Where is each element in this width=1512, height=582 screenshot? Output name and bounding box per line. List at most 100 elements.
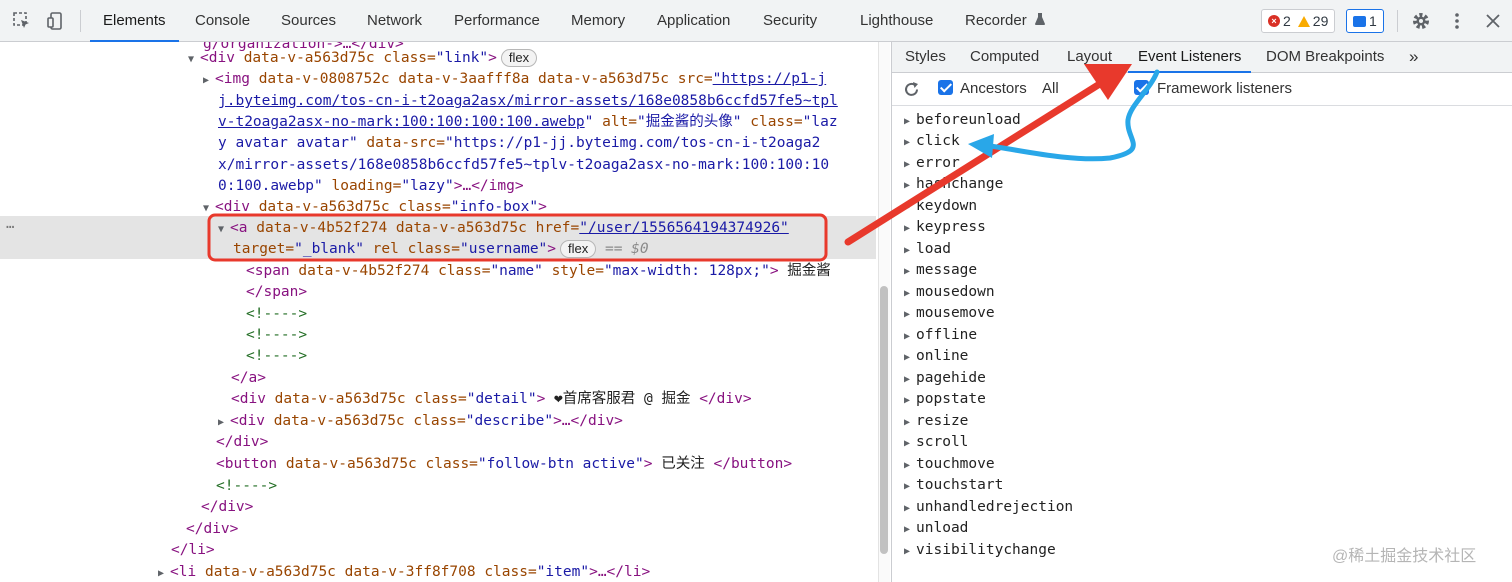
expand-triangle-icon[interactable]: ▶ (904, 331, 910, 342)
tab-event-listeners[interactable]: Event Listeners (1128, 42, 1252, 73)
tree-line-button[interactable]: <button data-v-a563d75c class="follow-bt… (216, 454, 792, 475)
expand-triangle-icon[interactable]: ▶ (904, 202, 910, 213)
tab-application[interactable]: Application (657, 0, 730, 42)
more-options-icon[interactable] (1447, 11, 1467, 31)
tree-line-comment[interactable]: <!----> (246, 346, 307, 367)
tree-line-div-link[interactable]: ▼ <div data-v-a563d75c class="link"> flex (188, 48, 538, 69)
tree-line-div-close[interactable]: </div> (216, 432, 268, 453)
event-item-load[interactable]: ▶ load (904, 239, 951, 260)
expand-triangle-icon[interactable]: ▶ (904, 460, 910, 471)
tab-network[interactable]: Network (367, 0, 422, 42)
tree-line-a-close[interactable]: </a> (231, 368, 266, 389)
event-item-unhandledrejection[interactable]: ▶ unhandledrejection (904, 497, 1073, 518)
expand-triangle-icon[interactable]: ▶ (904, 546, 910, 557)
event-item-pagehide[interactable]: ▶ pagehide (904, 368, 986, 389)
tab-recorder[interactable]: Recorder (965, 0, 1046, 42)
elements-scrollbar-thumb[interactable] (880, 286, 888, 554)
event-item-keypress[interactable]: ▶ keypress (904, 217, 986, 238)
expand-triangle-icon[interactable]: ▶ (904, 159, 910, 170)
tree-line-info-box[interactable]: ▼ <div data-v-a563d75c class="info-box"> (203, 197, 547, 218)
tree-line-a-cont[interactable]: target="_blank" rel class="username"> fle… (233, 239, 649, 260)
tab-console[interactable]: Console (195, 0, 250, 42)
event-item-visibilitychange[interactable]: ▶ visibilitychange (904, 540, 1056, 561)
tab-memory[interactable]: Memory (571, 0, 625, 42)
collapse-triangle-icon[interactable]: ▼ (188, 54, 200, 65)
expand-triangle-icon[interactable]: ▶ (904, 524, 910, 535)
tree-line-detail[interactable]: <div data-v-a563d75c class="detail"> ❤首席… (231, 389, 752, 410)
tab-layout[interactable]: Layout (1067, 42, 1112, 73)
tree-line-span-close[interactable]: </span> (246, 282, 307, 303)
event-item-scroll[interactable]: ▶ scroll (904, 432, 968, 453)
expand-triangle-icon[interactable]: ▶ (218, 417, 230, 428)
tree-line-comment[interactable]: <!----> (216, 476, 277, 497)
node-actions-ellipsis[interactable]: … (6, 216, 14, 232)
expand-triangle-icon[interactable]: ▶ (904, 288, 910, 299)
tab-security[interactable]: Security (763, 0, 817, 42)
expand-triangle-icon[interactable]: ▶ (904, 481, 910, 492)
close-icon[interactable] (1483, 11, 1503, 31)
expand-triangle-icon[interactable]: ▶ (904, 116, 910, 127)
src-link[interactable]: v-t2oaga2asx-no-mark:100:100:100:100.awe… (218, 114, 585, 130)
event-item-mousedown[interactable]: ▶ mousedown (904, 282, 995, 303)
expand-triangle-icon[interactable]: ▶ (904, 438, 910, 449)
event-item-offline[interactable]: ▶ offline (904, 325, 977, 346)
href-link[interactable]: "/user/1556564194374926" (579, 220, 789, 236)
expand-triangle-icon[interactable]: ▶ (904, 417, 910, 428)
event-item-message[interactable]: ▶ message (904, 260, 977, 281)
collapse-triangle-icon[interactable]: ▼ (218, 224, 230, 235)
device-toolbar-icon[interactable] (46, 11, 66, 31)
tree-line-span[interactable]: <span data-v-4b52f274 class="name" style… (246, 261, 831, 282)
expand-triangle-icon[interactable]: ▶ (904, 374, 910, 385)
tab-lighthouse[interactable]: Lighthouse (860, 0, 933, 42)
expand-triangle-icon[interactable]: ▶ (203, 75, 215, 86)
event-item-hashchange[interactable]: ▶ hashchange (904, 174, 1003, 195)
framework-listeners-checkbox[interactable] (1134, 80, 1149, 95)
tree-line-li-close[interactable]: </li> (171, 540, 215, 561)
event-item-error[interactable]: ▶ error (904, 153, 960, 174)
tree-line-img[interactable]: ▶ <img data-v-0808752c data-v-3aafff8a d… (203, 69, 826, 90)
issues-counter[interactable]: × 2 29 (1261, 9, 1336, 33)
tree-line-comment[interactable]: <!----> (246, 304, 307, 325)
gear-icon[interactable] (1411, 11, 1431, 31)
tree-line-comment[interactable]: <!----> (246, 325, 307, 346)
event-item-mousemove[interactable]: ▶ mousemove (904, 303, 995, 324)
all-dropdown[interactable]: All (1042, 80, 1059, 97)
collapse-triangle-icon[interactable]: ▼ (203, 203, 215, 214)
tree-line-describe[interactable]: ▶ <div data-v-a563d75c class="describe">… (218, 411, 623, 432)
tree-line-div-close[interactable]: </div> (186, 519, 238, 540)
expand-triangle-icon[interactable]: ▶ (904, 352, 910, 363)
expand-triangle-icon[interactable]: ▶ (158, 568, 170, 579)
expand-triangle-icon[interactable]: ▶ (904, 266, 910, 277)
src-link[interactable]: "https://p1-j (713, 71, 827, 87)
tab-performance[interactable]: Performance (454, 0, 540, 42)
tree-line-a-selected[interactable]: ▼ <a data-v-4b52f274 data-v-a563d75c hre… (218, 218, 789, 239)
flex-badge[interactable]: flex (560, 240, 597, 258)
tab-dom-breakpoints[interactable]: DOM Breakpoints (1266, 42, 1384, 73)
expand-triangle-icon[interactable]: ▶ (904, 309, 910, 320)
expand-triangle-icon[interactable]: ▶ (904, 180, 910, 191)
tree-line-li[interactable]: ▶ <li data-v-a563d75c data-v-3ff8f708 cl… (158, 562, 650, 582)
event-item-popstate[interactable]: ▶ popstate (904, 389, 986, 410)
src-link[interactable]: j.byteimg.com/tos-cn-i-t2oaga2asx/mirror… (218, 93, 838, 109)
event-item-unload[interactable]: ▶ unload (904, 518, 968, 539)
event-item-resize[interactable]: ▶ resize (904, 411, 968, 432)
event-item-online[interactable]: ▶ online (904, 346, 968, 367)
inspect-element-icon[interactable] (12, 11, 32, 31)
pane-splitter[interactable] (891, 42, 892, 582)
tab-computed[interactable]: Computed (970, 42, 1039, 73)
tree-line-div-close[interactable]: </div> (201, 497, 253, 518)
messages-counter[interactable]: 1 (1346, 9, 1384, 33)
expand-triangle-icon[interactable]: ▶ (904, 503, 910, 514)
tab-styles[interactable]: Styles (905, 42, 946, 73)
expand-triangle-icon[interactable]: ▶ (904, 245, 910, 256)
expand-triangle-icon[interactable]: ▶ (904, 137, 910, 148)
event-item-touchstart[interactable]: ▶ touchstart (904, 475, 1003, 496)
event-item-beforeunload[interactable]: ▶ beforeunload (904, 110, 1021, 131)
tab-elements[interactable]: Elements (90, 0, 179, 42)
flex-badge[interactable]: flex (500, 49, 538, 67)
expand-triangle-icon[interactable]: ▶ (904, 223, 910, 234)
tab-sources[interactable]: Sources (281, 0, 336, 42)
event-item-touchmove[interactable]: ▶ touchmove (904, 454, 995, 475)
event-item-click[interactable]: ▶ click (904, 131, 960, 152)
expand-triangle-icon[interactable]: ▶ (904, 395, 910, 406)
